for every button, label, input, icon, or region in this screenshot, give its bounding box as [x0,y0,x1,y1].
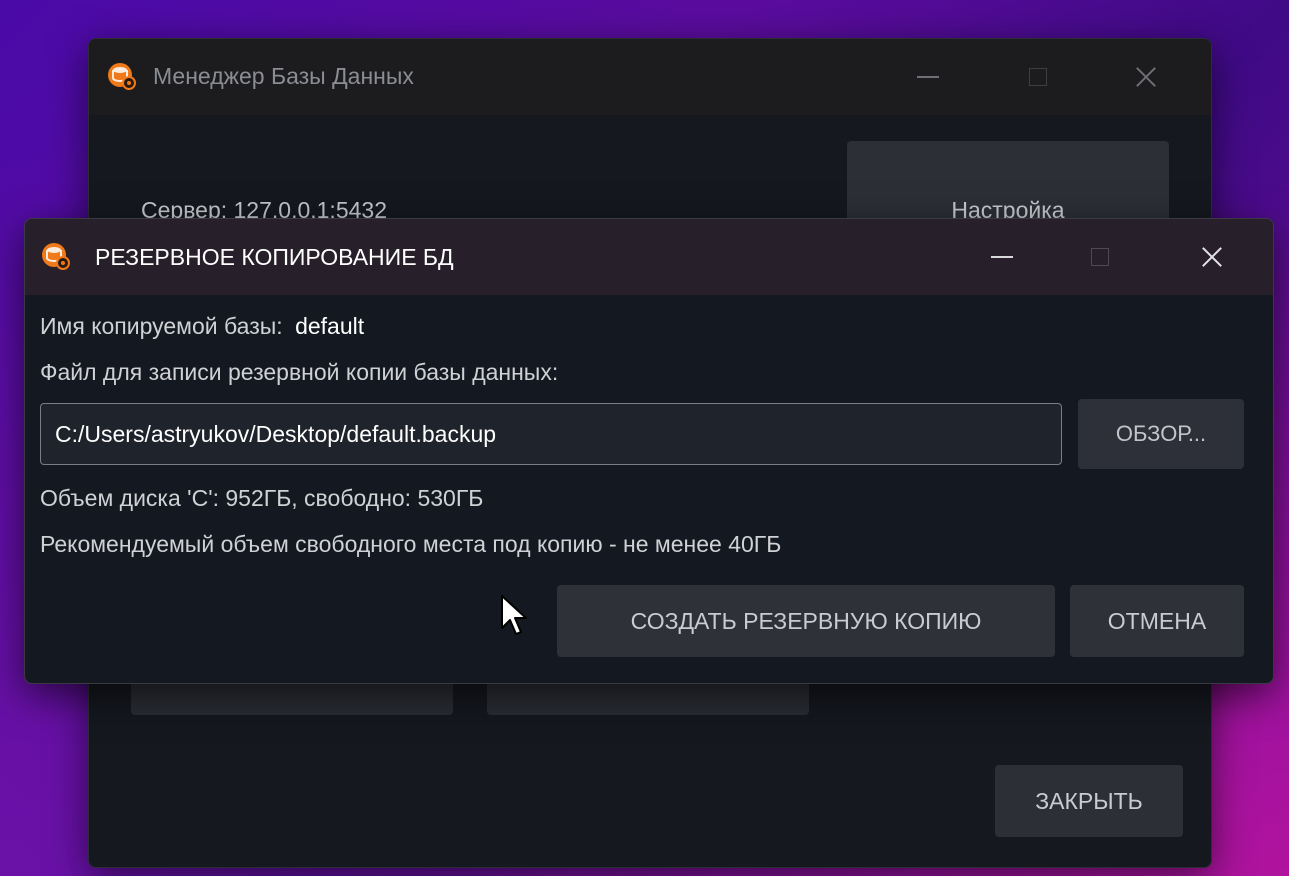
create-backup-button[interactable]: СОЗДАТЬ РЕЗЕРВНУЮ КОПИЮ [557,585,1055,657]
backup-path-input[interactable] [40,403,1062,465]
cancel-button[interactable]: ОТМЕНА [1070,585,1244,657]
backup-dialog: РЕЗЕРВНОЕ КОПИРОВАНИЕ БД Имя копируемой … [24,218,1274,684]
main-maximize-button[interactable] [1005,39,1071,115]
dialog-title: РЕЗЕРВНОЕ КОПИРОВАНИЕ БД [95,244,454,270]
db-name-value: default [295,313,365,339]
app-icon [42,243,70,270]
main-close-window-button[interactable] [1113,39,1179,115]
dialog-titlebar: РЕЗЕРВНОЕ КОПИРОВАНИЕ БД [25,219,1273,295]
minimize-icon [991,256,1013,258]
dialog-close-window-button[interactable] [1179,219,1245,295]
app-icon [108,63,136,90]
dialog-maximize-button[interactable] [1067,219,1133,295]
close-button[interactable]: ЗАКРЫТЬ [995,765,1183,837]
main-window-title: Менеджер Базы Данных [153,63,414,89]
db-name-row: Имя копируемой базы: default [40,313,364,340]
mouse-pointer-icon [501,595,527,635]
main-minimize-button[interactable] [895,39,961,115]
close-icon [1135,66,1157,88]
maximize-icon [1091,248,1109,266]
main-titlebar: Менеджер Базы Данных [89,39,1211,115]
backup-file-label: Файл для записи резервной копии базы дан… [40,359,559,385]
disk-info: Объем диска 'C': 952ГБ, свободно: 530ГБ [40,485,484,511]
minimize-icon [917,76,939,78]
db-name-label: Имя копируемой базы: [40,313,283,339]
close-icon [1201,246,1223,268]
dialog-minimize-button[interactable] [969,219,1035,295]
space-recommendation: Рекомендуемый объем свободного места под… [40,531,782,557]
browse-button[interactable]: ОБЗОР... [1078,399,1244,469]
maximize-icon [1029,68,1047,86]
